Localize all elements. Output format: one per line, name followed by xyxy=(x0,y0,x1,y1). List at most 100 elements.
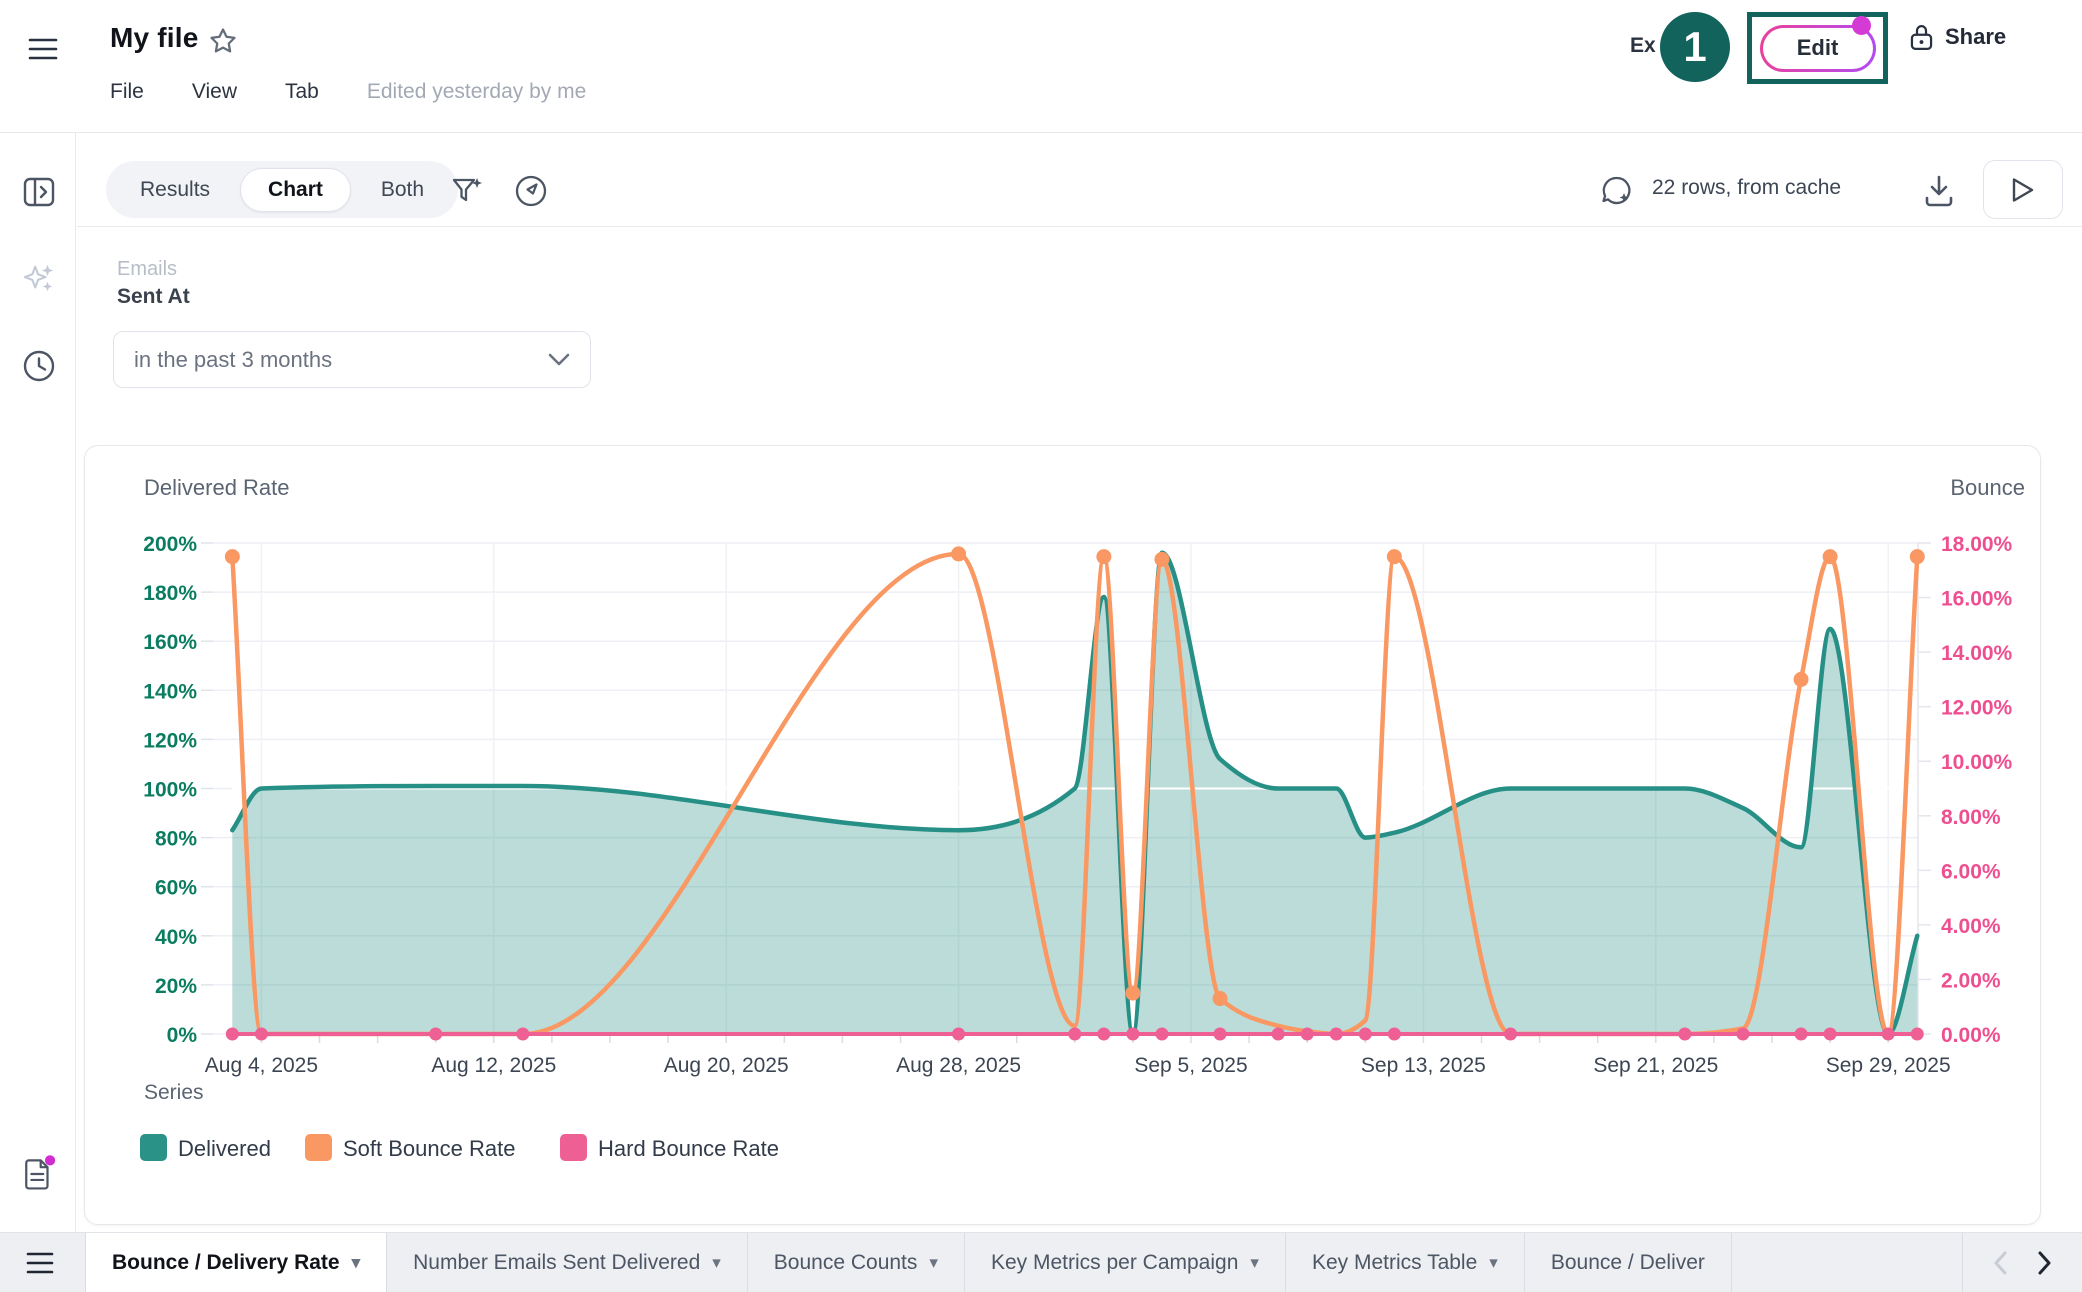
menubar: File View Tab Edited yesterday by me xyxy=(110,80,586,104)
filter-sparkle-icon xyxy=(450,174,484,208)
view-tab-chart[interactable]: Chart xyxy=(240,168,351,212)
legend-swatch-1[interactable] xyxy=(140,1134,167,1161)
soft-bounce-point xyxy=(1794,672,1809,687)
date-range-value: in the past 3 months xyxy=(134,347,332,373)
sheet-tab-bounce-deliver[interactable]: Bounce / Deliver xyxy=(1525,1233,1732,1292)
caret-down-icon[interactable]: ▾ xyxy=(929,1253,938,1273)
legend-swatch-3[interactable] xyxy=(560,1134,587,1161)
sheet-tab-bounce-counts[interactable]: Bounce Counts▾ xyxy=(748,1233,965,1292)
hard-bounce-point xyxy=(1155,1028,1168,1041)
star-icon xyxy=(208,26,238,56)
compass-icon xyxy=(513,173,549,209)
sheet-tab-key-metrics-table[interactable]: Key Metrics Table▾ xyxy=(1286,1233,1525,1292)
left-axis-tick: 200% xyxy=(143,533,197,556)
main-menu-icon[interactable] xyxy=(26,32,60,66)
panel-expand-icon xyxy=(23,177,55,207)
right-axis-tick: 0.00% xyxy=(1941,1024,2001,1047)
notification-dot xyxy=(1852,16,1871,35)
left-axis-tick: 100% xyxy=(143,779,197,802)
expand-panel-button[interactable] xyxy=(22,175,56,209)
left-axis-title: Delivered Rate xyxy=(144,475,290,500)
left-axis-tick: 60% xyxy=(155,877,197,900)
sheet-tab-bounce-delivery-rate[interactable]: Bounce / Delivery Rate▾ xyxy=(85,1233,387,1292)
x-axis-tick: Aug 28, 2025 xyxy=(896,1054,1021,1077)
clock-icon xyxy=(22,349,56,383)
date-range-select[interactable]: in the past 3 months xyxy=(113,331,591,388)
history-button[interactable] xyxy=(22,349,56,383)
right-axis-tick: 16.00% xyxy=(1941,588,2013,611)
comments-button[interactable] xyxy=(1598,172,1636,210)
chevron-left-icon[interactable] xyxy=(1991,1250,2009,1276)
legend-label: Delivered xyxy=(178,1136,271,1161)
run-button[interactable] xyxy=(1983,160,2063,219)
view-tab-both[interactable]: Both xyxy=(353,168,452,212)
hard-bounce-point xyxy=(952,1028,965,1041)
view-switcher: ResultsChartBoth xyxy=(106,161,458,218)
view-tab-results[interactable]: Results xyxy=(112,168,238,212)
soft-bounce-point xyxy=(1910,549,1925,564)
left-axis-tick: 140% xyxy=(143,680,197,703)
caret-down-icon[interactable]: ▾ xyxy=(1489,1253,1498,1273)
chat-sparkle-icon xyxy=(1599,173,1635,209)
download-icon xyxy=(1923,174,1955,208)
caret-down-icon[interactable]: ▾ xyxy=(1250,1253,1259,1273)
soft-bounce-point xyxy=(1387,549,1402,564)
chevron-right-icon[interactable] xyxy=(2036,1250,2054,1276)
x-axis-tick: Sep 21, 2025 xyxy=(1593,1054,1718,1077)
x-axis-tick: Sep 29, 2025 xyxy=(1826,1054,1951,1077)
left-axis-tick: 80% xyxy=(155,828,197,851)
ai-assistant-button[interactable] xyxy=(22,261,56,295)
legend-label: Soft Bounce Rate xyxy=(343,1136,515,1161)
filter-button[interactable] xyxy=(448,172,486,210)
toolbar-divider xyxy=(77,226,2082,227)
caret-down-icon[interactable]: ▾ xyxy=(352,1253,361,1273)
legend-label: Hard Bounce Rate xyxy=(598,1136,779,1161)
menu-view[interactable]: View xyxy=(192,80,237,104)
x-axis-tick: Aug 4, 2025 xyxy=(205,1054,318,1077)
hard-bounce-point xyxy=(1359,1028,1372,1041)
left-axis-tick: 120% xyxy=(143,729,197,752)
share-label: Share xyxy=(1945,24,2006,50)
soft-bounce-point xyxy=(225,549,240,564)
left-axis-tick: 160% xyxy=(143,631,197,654)
menu-tab[interactable]: Tab xyxy=(285,80,319,104)
favorite-star-button[interactable] xyxy=(206,24,240,58)
explore-button[interactable]: Ex xyxy=(1630,34,1656,58)
share-button[interactable]: Share xyxy=(1908,22,2006,52)
explore-chart-button[interactable] xyxy=(512,172,550,210)
left-axis-tick: 0% xyxy=(167,1024,198,1047)
tab-list-button[interactable] xyxy=(24,1249,56,1277)
right-axis-tick: 4.00% xyxy=(1941,915,2001,938)
hard-bounce-point xyxy=(429,1028,442,1041)
soft-bounce-point xyxy=(951,546,966,561)
legend-swatch-2[interactable] xyxy=(305,1134,332,1161)
lock-icon xyxy=(1908,22,1935,52)
hard-bounce-point xyxy=(1678,1028,1691,1041)
menu-file[interactable]: File xyxy=(110,80,144,104)
sheet-tab-key-metrics-per-campaign[interactable]: Key Metrics per Campaign▾ xyxy=(965,1233,1286,1292)
edited-note: Edited yesterday by me xyxy=(367,80,586,104)
download-button[interactable] xyxy=(1920,172,1958,210)
app-window: My file File View Tab Edited yesterday b… xyxy=(0,0,2082,1292)
chevron-down-icon xyxy=(548,353,570,367)
play-icon xyxy=(2010,176,2036,204)
document-icon xyxy=(22,1152,56,1196)
hard-bounce-point xyxy=(516,1028,529,1041)
hard-bounce-point xyxy=(1301,1028,1314,1041)
soft-bounce-point xyxy=(1096,549,1111,564)
hard-bounce-point xyxy=(1882,1028,1895,1041)
hard-bounce-point xyxy=(1911,1028,1924,1041)
right-axis-tick: 12.00% xyxy=(1941,697,2013,720)
hard-bounce-point xyxy=(1126,1028,1139,1041)
left-axis-tick: 40% xyxy=(155,926,197,949)
right-axis-tick: 6.00% xyxy=(1941,860,2001,883)
document-panel-button[interactable] xyxy=(22,1157,56,1191)
hard-bounce-point xyxy=(1272,1028,1285,1041)
hard-bounce-point xyxy=(1504,1028,1517,1041)
series-area-delivered xyxy=(232,553,1917,1034)
sparkles-icon xyxy=(22,260,56,296)
sheet-tab-number-emails-sent-delivered[interactable]: Number Emails Sent Delivered▾ xyxy=(387,1233,748,1292)
caret-down-icon[interactable]: ▾ xyxy=(712,1253,721,1273)
x-axis-tick: Aug 20, 2025 xyxy=(664,1054,789,1077)
left-axis-tick: 20% xyxy=(155,975,197,998)
